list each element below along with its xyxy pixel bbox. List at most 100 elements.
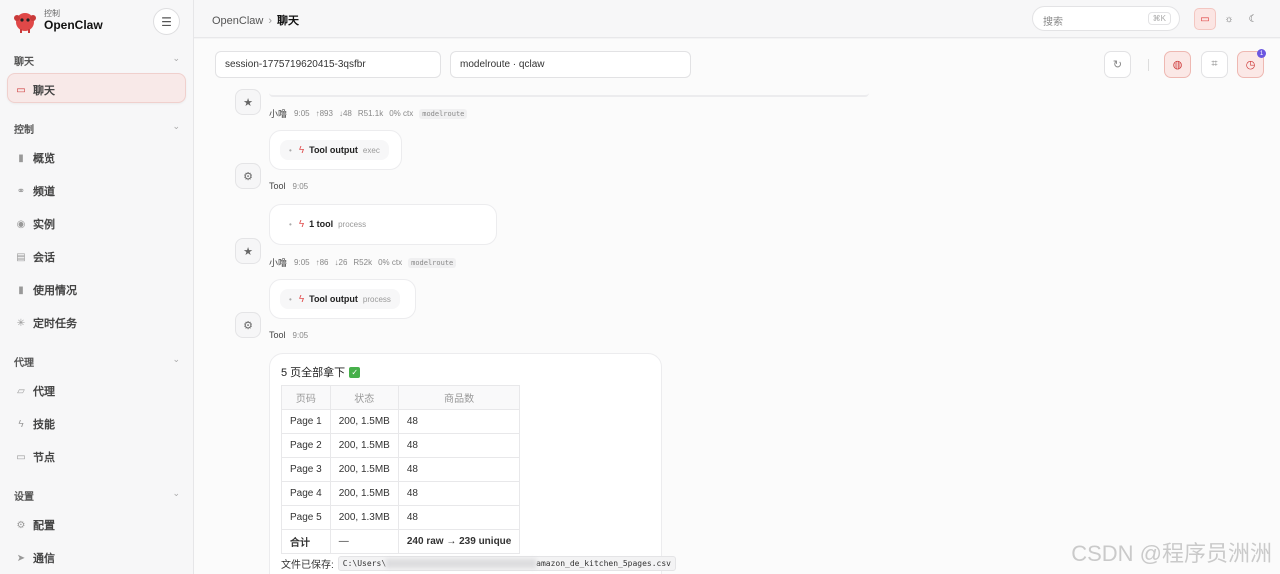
session-select[interactable]: session-1775719620415-3qsfbr — [215, 51, 441, 78]
bolt-icon: ϟ — [298, 144, 305, 156]
message-meta: Tool 9:05 — [269, 181, 314, 191]
breadcrumb-current: 聊天 — [277, 15, 300, 27]
message-meta: Tool 9:05 — [269, 330, 314, 340]
sender-name: Tool — [269, 330, 286, 340]
tool-avatar: ⚙ — [235, 312, 261, 338]
section-title: 设置 — [14, 492, 34, 503]
column-header: 商品数 — [397, 385, 521, 410]
timestamp: 9:05 — [292, 181, 309, 191]
monitor-icon: ▭ — [16, 451, 26, 463]
sidebar-item-comms[interactable]: ➤ 通信 — [14, 550, 55, 566]
table-cell: 240 raw → 239 unique — [397, 529, 521, 554]
document-icon: ▤ — [16, 251, 26, 263]
sidebar-item-label: 配置 — [33, 520, 55, 532]
star-icon: ★ — [243, 96, 253, 109]
section-control-header[interactable]: 控制 ⌄ — [14, 121, 180, 136]
breadcrumb-separator: › — [268, 15, 273, 27]
moon-icon: ☾ — [1248, 13, 1258, 25]
table-row: Page 5 200, 1.3MB 48 — [281, 505, 521, 530]
focus-icon: ⌗ — [1211, 58, 1218, 70]
theme-light-button[interactable]: ☼ — [1218, 8, 1240, 30]
section-title: 控制 — [14, 125, 34, 136]
history-button[interactable]: ◷ 1 — [1237, 49, 1266, 78]
timestamp: 9:05 — [294, 258, 310, 267]
tool-call-toggle[interactable]: • ϟ 1 tool process — [280, 214, 375, 234]
loader-icon: ✳ — [16, 317, 26, 329]
timestamp: 9:05 — [294, 109, 310, 118]
model-select[interactable]: modelroute · qclaw — [450, 51, 691, 78]
chevron-down-icon: ⌄ — [172, 121, 180, 131]
check-icon: ✓ — [349, 366, 361, 378]
tool-output-toggle[interactable]: • ϟ Tool output process — [280, 289, 400, 309]
sidebar-item-skills[interactable]: ϟ 技能 — [14, 416, 55, 432]
table-row: Page 3 200, 1.5MB 48 — [281, 457, 521, 482]
table-cell: 200, 1.3MB — [329, 505, 399, 530]
table-cell: 200, 1.5MB — [329, 409, 399, 434]
theme-dark-button[interactable]: ☾ — [1242, 8, 1264, 30]
refresh-icon: ↻ — [1112, 59, 1123, 71]
clock-icon: ◷ — [1245, 59, 1256, 71]
search-input[interactable]: 搜索 ⌘K — [1032, 6, 1180, 31]
sidebar-item-sessions[interactable]: ▤ 会话 — [14, 249, 55, 265]
tool-arg: process — [338, 219, 367, 229]
breadcrumb-root[interactable]: OpenClaw — [212, 15, 263, 27]
section-chat-header[interactable]: 聊天 ⌄ — [14, 53, 180, 68]
bolt-icon: ϟ — [18, 418, 24, 430]
table-cell: — — [329, 529, 399, 554]
table-cell: 48 — [397, 433, 521, 458]
sidebar-item-usage[interactable]: ▮ 使用情况 — [14, 282, 77, 298]
tool-output-toggle[interactable]: • ϟ Tool output exec — [280, 140, 389, 160]
sidebar-item-nodes[interactable]: ▭ 节点 — [14, 449, 55, 465]
table-cell: 48 — [397, 481, 521, 506]
table-cell: 200, 1.5MB — [329, 481, 399, 506]
sidebar-item-chat[interactable]: ▭ 聊天 — [14, 82, 55, 98]
sidebar-item-label: 技能 — [33, 419, 55, 431]
sidebar-toggle-button[interactable]: ☰ — [153, 8, 180, 35]
chat-main: session-1775719620415-3qsfbr modelroute … — [194, 39, 1280, 574]
tool-bubble: • ϟ 1 tool process — [269, 204, 497, 245]
saved-label: 文件已保存: — [281, 560, 334, 571]
breadcrumb: OpenClaw › 聊天 — [212, 12, 299, 28]
link-icon: ⚭ — [16, 185, 26, 197]
watermark: CSDN @程序员洲洲 — [1071, 541, 1272, 566]
table-total-row: 合计 —240 raw → 239 unique — [281, 529, 521, 554]
message-meta: 小噜 9:05 ↑86 ↓26 R52k 0% ctx modelroute — [269, 256, 462, 269]
sidebar-item-label: 通信 — [33, 553, 55, 565]
section-settings-header[interactable]: 设置 ⌄ — [14, 488, 180, 503]
search-shortcut: ⌘K — [1147, 12, 1171, 25]
results-table: 页码 状态 商品数 Page 1 200, 1.5MB 48 Page 2 200, … — [281, 385, 521, 554]
sidebar-item-channels[interactable]: ⚭ 频道 — [14, 183, 55, 199]
theme-system-button[interactable]: ▭ — [1194, 8, 1216, 30]
table-header-row: 页码 状态 商品数 — [281, 385, 521, 410]
tool-arg: exec — [362, 145, 380, 155]
notification-badge: 1 — [1257, 49, 1266, 58]
sidebar-item-agents[interactable]: ▱ 代理 — [14, 383, 55, 399]
tool-avatar: ⚙ — [235, 163, 261, 189]
gear-icon: ⚙ — [243, 170, 253, 183]
bar-chart-icon: ▮ — [18, 284, 24, 296]
bolt-icon: ϟ — [298, 293, 305, 305]
assistant-avatar: ★ — [235, 89, 261, 115]
section-agents-header[interactable]: 代理 ⌄ — [14, 354, 180, 369]
expand-icon: • — [289, 145, 292, 155]
tokens-r: R51.1k — [357, 109, 384, 118]
sidebar: 控制 OpenClaw ☰ 聊天 ⌄ ▭ 聊天 控制 ⌄ ▮ 概览 ⚭ 频道 ◉ 实例 ▤ 会… — [0, 0, 194, 574]
thinking-toggle-button[interactable]: ◍ — [1164, 51, 1191, 78]
gear-icon: ⚙ — [243, 319, 253, 332]
table-cell: Page 2 — [281, 433, 331, 458]
sidebar-item-label: 定时任务 — [33, 318, 77, 330]
brand-name: OpenClaw — [44, 17, 103, 32]
table-cell: 200, 1.5MB — [329, 457, 399, 482]
brand[interactable]: 控制 OpenClaw — [12, 8, 103, 34]
sidebar-item-instances[interactable]: ◉ 实例 — [14, 216, 55, 232]
refresh-button[interactable]: ↻ — [1104, 51, 1131, 78]
file-path[interactable]: C:\Users\ amazon_de_kitchen_5pages.csv — [337, 556, 676, 571]
tokens-out: ↓26 — [334, 258, 348, 267]
star-icon: ★ — [243, 245, 253, 258]
sidebar-item-config[interactable]: ⚙ 配置 — [14, 517, 55, 533]
model-tag: modelroute — [408, 257, 457, 268]
sidebar-item-overview[interactable]: ▮ 概览 — [14, 150, 55, 166]
focus-button[interactable]: ⌗ — [1201, 51, 1228, 78]
section-title: 代理 — [14, 358, 34, 369]
sidebar-item-cron[interactable]: ✳ 定时任务 — [14, 315, 77, 331]
